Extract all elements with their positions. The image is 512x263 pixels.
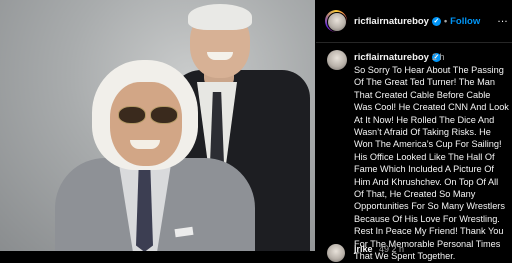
comment-timestamp: 49 2 h: [379, 244, 405, 254]
photo-figure-left-sunglasses: [114, 106, 178, 124]
caption-avatar[interactable]: [327, 50, 347, 70]
next-comment: jrike 49 2 h: [327, 244, 405, 262]
caption-text: So Sorry To Hear About The Passing Of Th…: [354, 65, 509, 262]
post-side-panel: ricflairnatureboy ✓ • Follow … ricflairnatu…: [316, 0, 512, 262]
photo-figure-right-hair: [188, 4, 252, 30]
verified-badge-icon: ✓: [431, 16, 441, 26]
post-caption: ricflairnatureboy ✓ 2 h So Sorry To Hear …: [316, 42, 512, 261]
photo-figure-right-smile: [207, 52, 233, 60]
caption-timestamp: 2 h: [432, 52, 445, 62]
photo-figure-left-tie: [136, 170, 153, 251]
header-username[interactable]: ricflairnatureboy ✓ • Follow: [354, 16, 480, 27]
comment-avatar[interactable]: [327, 244, 345, 262]
header-avatar[interactable]: [327, 12, 347, 32]
header-separator: •: [443, 16, 448, 26]
more-options-icon[interactable]: …: [497, 13, 509, 25]
follow-button[interactable]: Follow: [450, 16, 480, 27]
post-photo[interactable]: [0, 0, 315, 251]
instagram-post-view: ricflairnatureboy ✓ • Follow … ricflairnatu…: [0, 0, 512, 262]
photo-figure-left-mouth: [130, 140, 160, 149]
comment-username[interactable]: jrike: [354, 244, 373, 254]
caption-username[interactable]: ricflairnatureboy ✓: [354, 52, 441, 63]
photo-figure-left-head: [110, 82, 182, 166]
post-header: ricflairnatureboy ✓ • Follow …: [316, 0, 512, 43]
